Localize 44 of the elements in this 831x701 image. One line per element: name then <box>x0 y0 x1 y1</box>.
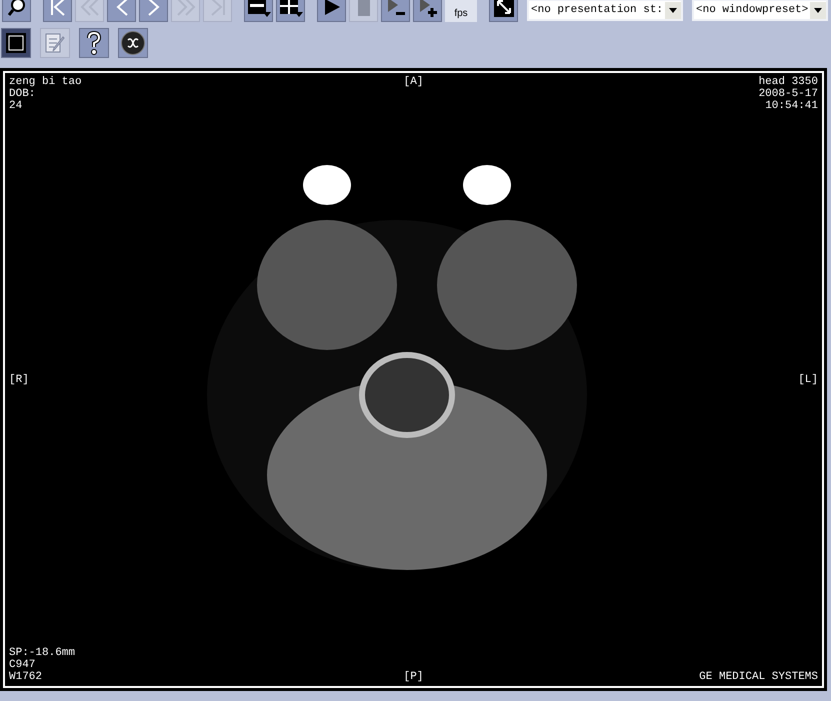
toolbar-button[interactable] <box>317 0 346 22</box>
orientation-label: [L] <box>798 374 819 386</box>
toolbar-button[interactable] <box>276 0 305 22</box>
toolbar-button[interactable] <box>118 28 148 58</box>
film-frame-icon <box>6 33 26 53</box>
orientation-label: [R] <box>8 374 29 386</box>
chevron-left-icon <box>114 0 128 16</box>
overlay-text: 10:54:41 <box>764 100 818 112</box>
skip-first-icon <box>48 0 66 16</box>
overlay-text: GE MEDICAL SYSTEMS <box>699 671 818 683</box>
layout-grid-icon <box>278 0 302 17</box>
search-icon <box>6 0 26 17</box>
toolbar-button[interactable] <box>381 0 410 22</box>
stop-icon <box>358 0 370 16</box>
orientation-label: [A] <box>404 76 424 90</box>
overlay-text: zeng bi tao <box>9 76 82 88</box>
overlay-text: W1762 <box>9 671 44 683</box>
toolbar-button[interactable] <box>79 28 109 58</box>
play-icon <box>322 0 340 16</box>
toolbar-button[interactable] <box>1 28 31 58</box>
overlay-text: 2008-5-17 <box>758 88 818 100</box>
caret-icon <box>669 8 678 12</box>
overlay-text: head 3350 <box>758 76 818 88</box>
notepad-pencil-icon <box>44 32 66 54</box>
chevron-right-icon <box>146 0 160 16</box>
play-minus-icon <box>386 0 406 17</box>
presentation-state-dropdown[interactable]: <no presentation st: <box>527 0 684 21</box>
toolbar-button[interactable] <box>244 0 273 22</box>
toolbar-button[interactable] <box>2 0 31 22</box>
orientation-label: [P] <box>404 671 424 683</box>
overlay-text: C947 <box>9 659 36 671</box>
circular-logo-icon <box>121 31 145 55</box>
window-preset-dropdown[interactable]: <no windowpreset> <box>692 0 828 21</box>
toolbar-button[interactable] <box>413 0 442 22</box>
play-plus-icon <box>418 0 438 17</box>
help-icon <box>86 31 102 55</box>
caret-icon <box>814 8 822 12</box>
fps-label: fps <box>445 0 477 22</box>
overlay-text: DOB: <box>9 88 36 100</box>
overlay-text: SP:-18.6mm <box>9 647 76 659</box>
swap-arrows-icon <box>494 0 514 17</box>
overlay-text: 24 <box>9 100 24 112</box>
layout-rows-icon <box>246 0 270 17</box>
toolbar-button[interactable] <box>489 0 518 22</box>
